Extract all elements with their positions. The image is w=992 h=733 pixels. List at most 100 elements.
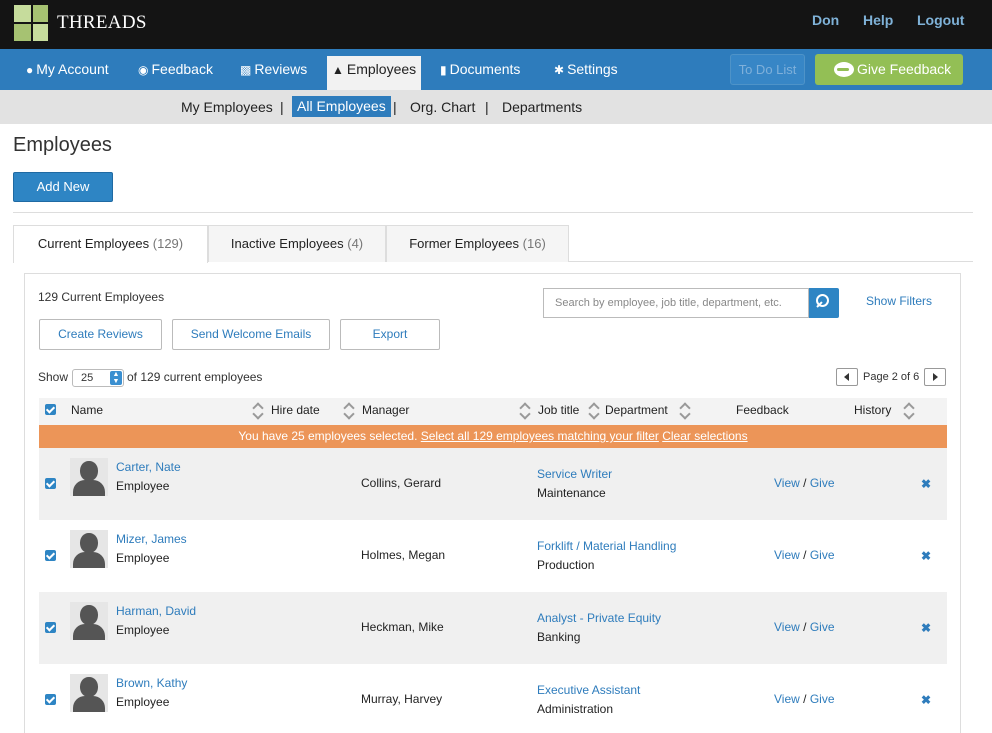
header-department[interactable]: Department (605, 403, 668, 417)
nav-documents[interactable]: ▮ Documents (440, 49, 520, 90)
sort-name-icon[interactable] (253, 402, 263, 420)
remove-icon[interactable]: ✖ (921, 621, 931, 635)
sort-job-title-icon[interactable] (589, 402, 599, 420)
divider (13, 212, 973, 213)
header-name[interactable]: Name (71, 403, 103, 417)
comment-icon: ◉ (138, 63, 149, 77)
tab-former-employees[interactable]: Former Employees (16) (386, 225, 569, 262)
add-new-button[interactable]: Add New (13, 172, 113, 202)
threads-logo-icon[interactable] (14, 5, 50, 41)
feedback-actions: View / Give (774, 620, 835, 634)
nav-settings[interactable]: ✱ Settings (554, 49, 618, 90)
row-checkbox[interactable] (45, 694, 56, 705)
give-feedback-link[interactable]: Give (810, 620, 835, 634)
previous-page-button[interactable] (836, 368, 858, 386)
chevron-right-icon (933, 373, 938, 381)
tab-current-employees[interactable]: Current Employees (129) (13, 225, 208, 263)
search-input[interactable]: Search by employee, job title, departmen… (543, 288, 809, 318)
subnav-separator: | (280, 99, 284, 115)
employee-name-link[interactable]: Brown, Kathy (116, 676, 187, 690)
logout-link[interactable]: Logout (917, 12, 964, 28)
employee-role: Employee (116, 623, 170, 637)
avatar (70, 458, 108, 496)
user-icon: ● (26, 63, 34, 77)
table-row: Brown, Kathy Employee Murray, Harvey Exe… (39, 664, 947, 727)
header-hire-date[interactable]: Hire date (271, 403, 320, 417)
create-reviews-button[interactable]: Create Reviews (39, 319, 162, 350)
gear-icon: ✱ (554, 63, 565, 77)
chevron-left-icon (844, 373, 849, 381)
clear-selections-link[interactable]: Clear selections (662, 429, 747, 443)
give-feedback-button[interactable]: Give Feedback (815, 54, 963, 85)
employee-name-link[interactable]: Harman, David (116, 604, 196, 618)
app-name[interactable]: THREADS (57, 12, 147, 34)
give-feedback-link[interactable]: Give (810, 692, 835, 706)
employee-role: Employee (116, 479, 170, 493)
send-welcome-emails-button[interactable]: Send Welcome Emails (172, 319, 330, 350)
row-checkbox[interactable] (45, 478, 56, 489)
department-name: Production (537, 558, 595, 572)
export-button[interactable]: Export (340, 319, 440, 350)
view-feedback-link[interactable]: View (774, 476, 800, 490)
sort-hire-date-icon[interactable] (344, 402, 354, 420)
sort-department-icon[interactable] (680, 402, 690, 420)
search-button[interactable] (809, 288, 839, 318)
employee-name-link[interactable]: Carter, Nate (116, 460, 181, 474)
header-history[interactable]: History (854, 403, 891, 417)
avatar (70, 530, 108, 568)
feedback-actions: View / Give (774, 548, 835, 562)
nav-feedback[interactable]: ◉ Feedback (138, 49, 213, 90)
page-size-select[interactable]: 25 ▲ ▼ (72, 369, 124, 387)
job-title-link[interactable]: Executive Assistant (537, 683, 640, 697)
help-link[interactable]: Help (863, 12, 893, 28)
subnav-departments[interactable]: Departments (502, 97, 582, 117)
manager-name: Holmes, Megan (361, 548, 446, 562)
nav-my-account[interactable]: ● My Account (26, 49, 109, 90)
feedback-actions: View / Give (774, 692, 835, 706)
give-feedback-link[interactable]: Give (810, 548, 835, 562)
subnav-separator: | (485, 99, 489, 115)
employee-name-link[interactable]: Mizer, James (116, 532, 187, 546)
header-job-title[interactable]: Job title (538, 403, 579, 417)
sort-manager-icon[interactable] (520, 402, 530, 420)
remove-icon[interactable]: ✖ (921, 477, 931, 491)
subnav-my-employees[interactable]: My Employees (181, 97, 273, 117)
remove-icon[interactable]: ✖ (921, 549, 931, 563)
remove-icon[interactable]: ✖ (921, 693, 931, 707)
manager-name: Murray, Harvey (361, 692, 443, 706)
show-filters-link[interactable]: Show Filters (866, 294, 932, 308)
view-feedback-link[interactable]: View (774, 620, 800, 634)
department-name: Maintenance (537, 486, 606, 500)
nav-reviews[interactable]: ▩ Reviews (240, 49, 307, 90)
todo-list-button[interactable]: To Do List (730, 54, 805, 85)
table-row: Mizer, James Employee Holmes, Megan Fork… (39, 520, 947, 592)
select-all-checkbox[interactable] (45, 404, 56, 415)
main-nav: ● My Account ◉ Feedback ▩ Reviews ▲ Employee… (0, 49, 992, 90)
sort-history-icon[interactable] (904, 402, 914, 420)
avatar (70, 674, 108, 712)
page-indicator: Page 2 of 6 (863, 371, 920, 383)
subnav-all-employees[interactable]: All Employees (292, 96, 391, 117)
job-title-link[interactable]: Service Writer (537, 467, 612, 481)
subnav-org-chart[interactable]: Org. Chart (410, 97, 475, 117)
next-page-button[interactable] (924, 368, 946, 386)
employee-role: Employee (116, 551, 170, 565)
select-all-link[interactable]: Select all 129 employees matching your f… (421, 429, 659, 443)
nav-employees[interactable]: ▲ Employees (327, 56, 422, 90)
row-checkbox[interactable] (45, 622, 56, 633)
job-title-link[interactable]: Forklift / Material Handling (537, 539, 676, 553)
view-feedback-link[interactable]: View (774, 692, 800, 706)
give-feedback-link[interactable]: Give (810, 476, 835, 490)
view-feedback-link[interactable]: View (774, 548, 800, 562)
manager-name: Heckman, Mike (361, 620, 444, 634)
manager-name: Collins, Gerard (361, 476, 442, 490)
document-icon: ▩ (240, 63, 252, 77)
avatar (70, 602, 108, 640)
row-checkbox[interactable] (45, 550, 56, 561)
department-name: Administration (537, 702, 614, 716)
user-link[interactable]: Don (812, 12, 839, 28)
select-arrows-icon: ▲ ▼ (110, 371, 122, 385)
header-manager[interactable]: Manager (362, 403, 409, 417)
tab-inactive-employees[interactable]: Inactive Employees (4) (208, 225, 386, 262)
job-title-link[interactable]: Analyst - Private Equity (537, 611, 661, 625)
